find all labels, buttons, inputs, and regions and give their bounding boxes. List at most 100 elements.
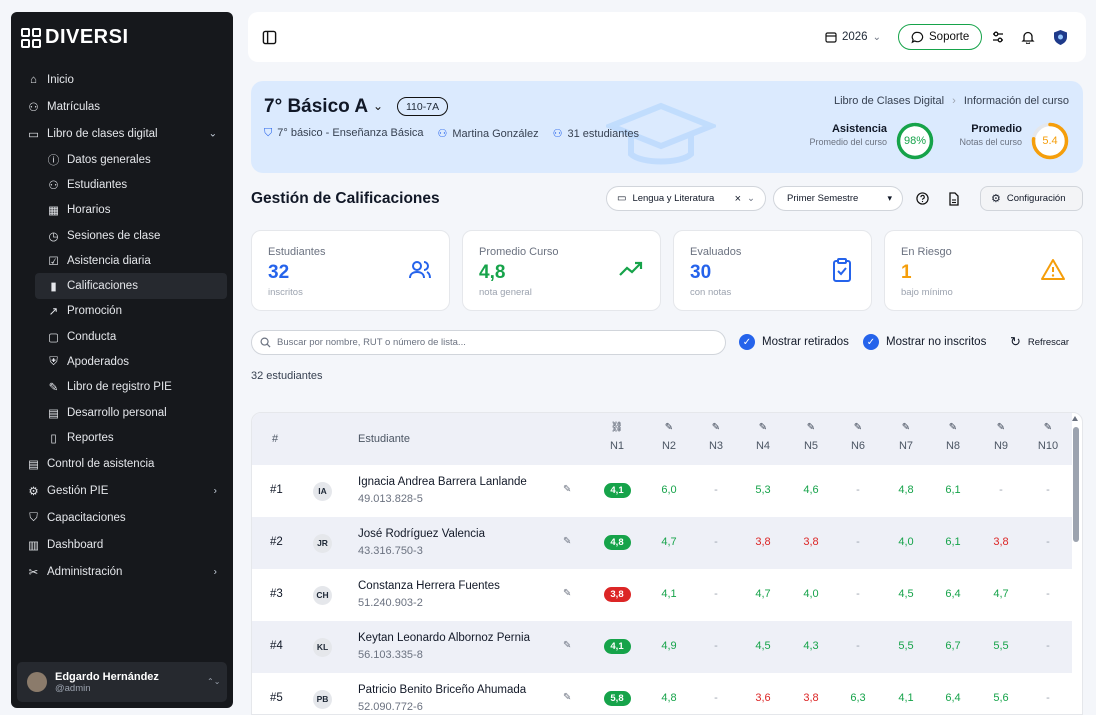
sidebar-item-matr-culas[interactable]: ⚇ Matrículas	[11, 93, 233, 120]
pencil-icon[interactable]: ✎	[898, 422, 914, 433]
student-name[interactable]: Patricio Benito Briceño Ahumada	[358, 684, 526, 696]
grade-cell[interactable]: 5,3	[746, 484, 780, 496]
grade-cell[interactable]: 4,1	[600, 639, 634, 654]
grade-cell[interactable]: -	[841, 536, 875, 548]
subject-select[interactable]: ▭ Lengua y Literatura × ⌄	[606, 186, 766, 211]
table-row[interactable]: #2 JR José Rodríguez Valencia 43.316.750…	[252, 517, 1072, 569]
bell-icon[interactable]	[1021, 12, 1035, 62]
sidebar-item-control-de-asistencia[interactable]: ▤ Control de asistencia	[11, 451, 233, 478]
table-row[interactable]: #5 PB Patricio Benito Briceño Ahumada 52…	[252, 673, 1072, 714]
refresh-button[interactable]: ↻ Refrescar	[1010, 334, 1069, 350]
grade-cell[interactable]: -	[1031, 692, 1065, 704]
config-button[interactable]: ⚙ Configuración	[980, 186, 1083, 211]
sidebar-item-desarrollo-personal[interactable]: ▤ Desarrollo personal	[11, 400, 233, 425]
sidebar-item-calificaciones[interactable]: ▮ Calificaciones	[35, 273, 227, 299]
grade-col-header[interactable]: N7	[886, 440, 926, 452]
sidebar-item-libro-de-registro-pie[interactable]: ✎ Libro de registro PIE	[11, 375, 233, 400]
grade-cell[interactable]: 4,1	[889, 692, 923, 704]
pencil-icon[interactable]: ✎	[850, 422, 866, 433]
table-row[interactable]: #3 CH Constanza Herrera Fuentes 51.240.9…	[252, 569, 1072, 621]
grade-cell[interactable]: -	[1031, 640, 1065, 652]
edit-student-icon[interactable]: ✎	[563, 536, 571, 547]
sidebar-item-datos-generales[interactable]: ⓘ Datos generales	[11, 147, 233, 172]
grade-cell[interactable]: -	[699, 484, 733, 496]
grade-col-header[interactable]: N10	[1028, 440, 1068, 452]
pencil-icon[interactable]: ✎	[755, 422, 771, 433]
grade-cell[interactable]: -	[841, 484, 875, 496]
settings-sliders-icon[interactable]	[991, 12, 1005, 62]
table-scrollbar[interactable]	[1073, 427, 1079, 542]
export-file-icon[interactable]	[948, 192, 960, 211]
grade-cell[interactable]: 6,1	[936, 536, 970, 548]
edit-student-icon[interactable]: ✎	[563, 692, 571, 703]
sidebar-item-horarios[interactable]: ▦ Horarios	[11, 198, 233, 223]
school-shield-icon[interactable]	[1053, 12, 1068, 62]
pencil-icon[interactable]: ✎	[661, 422, 677, 433]
breadcrumb-item[interactable]: Libro de Clases Digital	[834, 95, 944, 107]
grade-col-header[interactable]: N5	[791, 440, 831, 452]
sidebar-item-inicio[interactable]: ⌂ Inicio	[11, 66, 233, 93]
sidebar-toggle-icon[interactable]	[262, 12, 277, 62]
grade-cell[interactable]: 6,3	[841, 692, 875, 704]
pencil-icon[interactable]: ✎	[803, 422, 819, 433]
grade-cell[interactable]: -	[699, 588, 733, 600]
sidebar-item-administraci-n[interactable]: ✂ Administración ›	[11, 559, 233, 586]
course-dropdown-icon[interactable]: ⌄	[373, 99, 383, 113]
grade-cell[interactable]: 3,8	[746, 536, 780, 548]
sidebar-item-gesti-n-pie[interactable]: ⚙ Gestión PIE ›	[11, 478, 233, 505]
grade-cell[interactable]: 6,7	[936, 640, 970, 652]
sidebar-item-asistencia-diaria[interactable]: ☑ Asistencia diaria	[11, 248, 233, 273]
show-withdrawn-toggle[interactable]: ✓ Mostrar retirados	[739, 334, 849, 350]
grade-cell[interactable]: 6,0	[652, 484, 686, 496]
student-name[interactable]: Keytan Leonardo Albornoz Pernia	[358, 632, 530, 644]
grade-cell[interactable]: 4,3	[794, 640, 828, 652]
grade-cell[interactable]: 3,6	[746, 692, 780, 704]
grade-cell[interactable]: 4,0	[794, 588, 828, 600]
sidebar-item-reportes[interactable]: ▯ Reportes	[11, 425, 233, 450]
grade-col-header[interactable]: N9	[981, 440, 1021, 452]
student-name[interactable]: Constanza Herrera Fuentes	[358, 580, 500, 592]
sidebar-item-libro-de-clases-digital[interactable]: ▭ Libro de clases digital ⌄	[11, 120, 233, 147]
pencil-icon[interactable]: ✎	[993, 422, 1009, 433]
grade-cell[interactable]: 3,8	[984, 536, 1018, 548]
sidebar-item-conducta[interactable]: ▢ Conducta	[11, 324, 233, 349]
grade-cell[interactable]: -	[699, 640, 733, 652]
table-row[interactable]: #4 KL Keytan Leonardo Albornoz Pernia 56…	[252, 621, 1072, 673]
grade-cell[interactable]: -	[699, 692, 733, 704]
grade-col-header[interactable]: N4	[743, 440, 783, 452]
sidebar-item-sesiones-de-clase[interactable]: ◷ Sesiones de clase	[11, 223, 233, 248]
pencil-icon[interactable]: ✎	[945, 422, 961, 433]
user-menu[interactable]: Edgardo Hernández @admin ⌃⌄	[17, 662, 227, 702]
grade-cell[interactable]: 4,1	[652, 588, 686, 600]
sidebar-item-promoci-n[interactable]: ↗ Promoción	[11, 299, 233, 324]
grade-cell[interactable]: 6,4	[936, 588, 970, 600]
grade-col-header[interactable]: N3	[696, 440, 736, 452]
grade-cell[interactable]: -	[1031, 588, 1065, 600]
grade-col-header[interactable]: N1	[597, 440, 637, 452]
sidebar-item-estudiantes[interactable]: ⚇ Estudiantes	[11, 172, 233, 197]
grade-cell[interactable]: 4,7	[652, 536, 686, 548]
table-row[interactable]: #1 IA Ignacia Andrea Barrera Lanlande 49…	[252, 465, 1072, 517]
edit-student-icon[interactable]: ✎	[563, 588, 571, 599]
grade-cell[interactable]: -	[1031, 536, 1065, 548]
grade-cell[interactable]: 4,8	[889, 484, 923, 496]
grade-cell[interactable]: 4,5	[889, 588, 923, 600]
grade-cell[interactable]: 4,1	[600, 483, 634, 498]
support-button[interactable]: Soporte	[898, 24, 983, 50]
student-name[interactable]: José Rodríguez Valencia	[358, 528, 485, 540]
grade-cell[interactable]: -	[984, 484, 1018, 496]
grade-cell[interactable]: 6,1	[936, 484, 970, 496]
grade-cell[interactable]: 4,8	[652, 692, 686, 704]
edit-student-icon[interactable]: ✎	[563, 484, 571, 495]
pencil-icon[interactable]: ✎	[1040, 422, 1056, 433]
grade-col-header[interactable]: N8	[933, 440, 973, 452]
grade-cell[interactable]: 4,8	[600, 535, 634, 550]
grade-cell[interactable]: -	[841, 640, 875, 652]
student-name[interactable]: Ignacia Andrea Barrera Lanlande	[358, 476, 527, 488]
link-icon[interactable]: ⛓	[609, 422, 625, 433]
brand-logo[interactable]: DIVERSI	[21, 26, 129, 49]
sidebar-item-capacitaciones[interactable]: ⛉ Capacitaciones	[11, 505, 233, 532]
grade-cell[interactable]: 5,6	[984, 692, 1018, 704]
grade-cell[interactable]: -	[841, 588, 875, 600]
sidebar-item-dashboard[interactable]: ▥ Dashboard	[11, 532, 233, 559]
